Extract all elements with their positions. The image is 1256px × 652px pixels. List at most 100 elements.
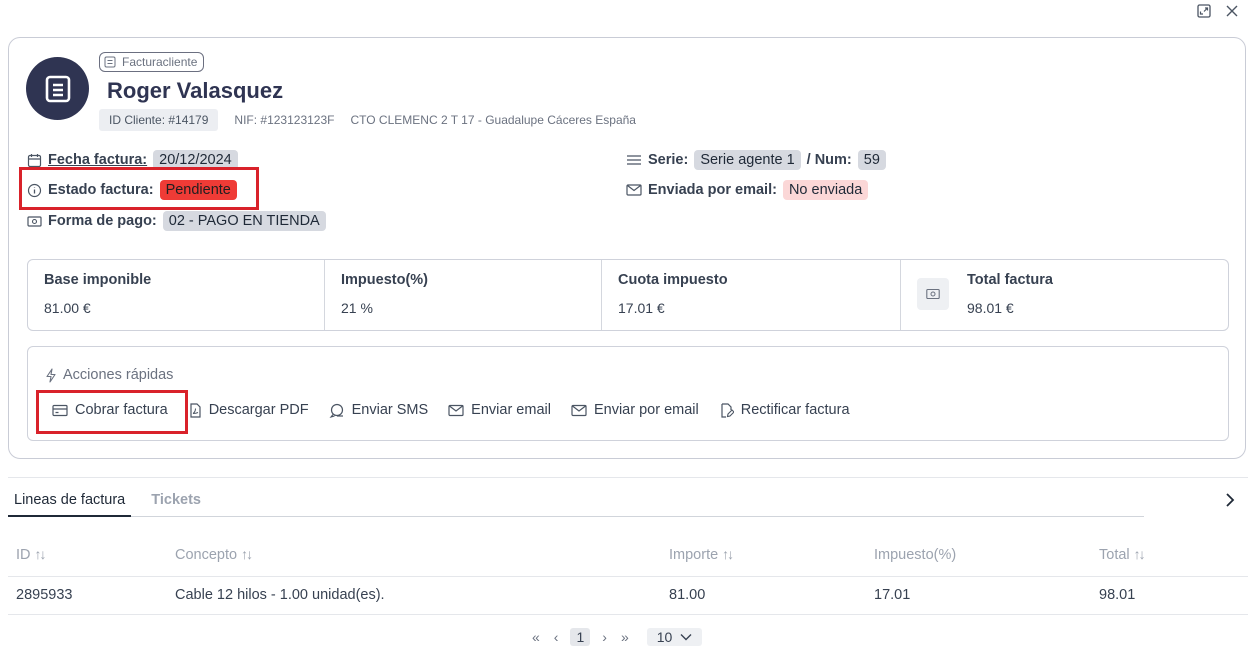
page-size-select[interactable]: 10 [646,628,703,646]
sort-icon[interactable]: ↑↓ [35,546,47,562]
column-label: Concepto [175,547,238,564]
cell-concepto: Cable 12 hilos - 1.00 unidad(es). [167,576,661,615]
enviar-por-email-button[interactable]: Enviar por email [571,402,699,418]
client-address: CTO CLEMENC 2 T 17 - Guadalupe Cáceres E… [350,113,636,127]
column-label: Total [1099,547,1130,564]
tab-tickets[interactable]: Tickets [145,488,207,517]
column-label: ID [16,547,31,564]
list-icon [627,155,641,165]
calendar-icon [27,153,42,167]
email-label: Enviada por email: [648,182,777,198]
invoice-icon [45,75,70,102]
pdf-icon [190,402,201,418]
sort-icon[interactable]: ↑↓ [1134,546,1146,562]
serie-label: Serie: [648,152,689,168]
enviar-sms-button[interactable]: Enviar SMS [329,402,429,418]
quick-actions-panel: Acciones rápidas Cobrar factura Descarga… [27,346,1229,441]
close-icon[interactable] [1224,3,1240,19]
email-status-badge: No enviada [782,180,869,200]
doc-type-label: Facturacliente [122,55,198,69]
client-id: ID Cliente: #14179 [99,109,219,131]
table-row[interactable]: 2895933 Cable 12 hilos - 1.00 unidad(es)… [8,576,1248,615]
cell-impuesto: 17.01 [866,576,1091,615]
email-status-field: Enviada por email: No enviada [626,180,869,200]
chevron-right-icon[interactable] [1222,490,1238,510]
client-nif: NIF: #123123123F [234,113,335,127]
chevron-down-icon [680,634,692,641]
total-value: 21 % [341,300,373,316]
rectificar-factura-button[interactable]: Rectificar factura [719,402,850,418]
client-name: Roger Valasquez [107,78,284,103]
sort-icon[interactable]: ↑↓ [722,546,734,562]
doc-type-badge: Facturacliente [99,52,205,72]
edit-icon [721,402,734,418]
maximize-icon[interactable] [1196,3,1212,19]
num-value: 59 [857,150,886,170]
column-header-concepto[interactable]: Concepto ↑↓ [167,534,661,577]
total-value: 17.01 € [618,300,665,316]
cell-importe: 81.00 [661,576,866,615]
quick-actions-title: Acciones rápidas [45,367,173,383]
invoice-card: Facturacliente Roger Valasquez ID Client… [8,37,1246,459]
total-label: Cuota impuesto [618,272,728,288]
column-header-importe[interactable]: Importe ↑↓ [661,534,866,577]
total-impuesto: Impuesto(%) 21 % [325,260,602,330]
total-label: Impuesto(%) [341,272,428,288]
column-header-id[interactable]: ID ↑↓ [8,534,167,577]
money-icon [27,215,42,227]
column-label: Importe [669,547,719,564]
total-factura: Total factura 98.01 € [901,260,1228,330]
tab-bar: Lineas de factura Tickets [8,488,1144,517]
column-header-impuesto: Impuesto(%) [866,534,1091,577]
pagination: « ‹ 1 › » 10 [530,626,703,648]
mail-icon [448,404,464,416]
table-header-row: ID ↑↓ Concepto ↑↓ Importe ↑↓ Impuesto(%) To… [8,534,1248,577]
invoice-lines-table: ID ↑↓ Concepto ↑↓ Importe ↑↓ Impuesto(%) To… [8,534,1248,615]
sms-icon [329,403,343,418]
serie-field: Serie: Serie agente 1 / Num: 59 [626,150,886,170]
action-label: Rectificar factura [740,402,850,418]
num-label: / Num: [806,152,852,168]
cell-total: 98.01 [1091,576,1248,615]
fecha-label: Fecha factura: [48,152,148,168]
document-icon [104,56,116,68]
total-cuota: Cuota impuesto 17.01 € [602,260,901,330]
highlight-estado [19,167,259,210]
total-value: 98.01 € [967,300,1014,316]
avatar [26,57,89,120]
last-page-button[interactable]: » [619,629,631,645]
client-meta: ID Cliente: #14179 NIF: #123123123F CTO … [99,109,636,131]
highlight-cobrar [36,390,188,434]
action-label: Enviar email [471,402,551,418]
page-size-value: 10 [656,629,673,645]
tab-lineas-factura[interactable]: Lineas de factura [8,488,132,517]
next-page-button[interactable]: › [600,629,609,645]
descargar-pdf-button[interactable]: Descargar PDF [188,402,309,418]
total-value: 81.00 € [44,300,91,316]
mail-icon [571,404,587,416]
cell-id: 2895933 [8,576,167,615]
first-page-button[interactable]: « [530,629,542,645]
enviar-email-button[interactable]: Enviar email [448,402,551,418]
forma-pago: Forma de pago: 02 - PAGO EN TIENDA [27,211,326,231]
totals-panel: Base imponible 81.00 € Impuesto(%) 21 % … [27,259,1229,331]
mail-icon [626,184,642,196]
window-controls [1196,0,1240,22]
quick-actions-label: Acciones rápidas [63,367,174,383]
action-label: Descargar PDF [208,402,309,418]
sort-icon[interactable]: ↑↓ [241,546,253,562]
lightning-icon [46,367,56,383]
money-icon [917,278,949,310]
column-label: Impuesto(%) [874,546,957,563]
total-label: Base imponible [44,272,152,288]
tabs-divider [8,477,1248,478]
forma-pago-value: 02 - PAGO EN TIENDA [162,211,326,231]
action-label: Enviar por email [593,402,699,418]
action-label: Enviar SMS [351,402,429,418]
prev-page-button[interactable]: ‹ [552,629,561,645]
serie-value: Serie agente 1 [694,150,801,170]
total-base: Base imponible 81.00 € [28,260,325,330]
forma-pago-label: Forma de pago: [48,213,157,229]
current-page[interactable]: 1 [570,628,591,646]
column-header-total[interactable]: Total ↑↓ [1091,534,1248,577]
